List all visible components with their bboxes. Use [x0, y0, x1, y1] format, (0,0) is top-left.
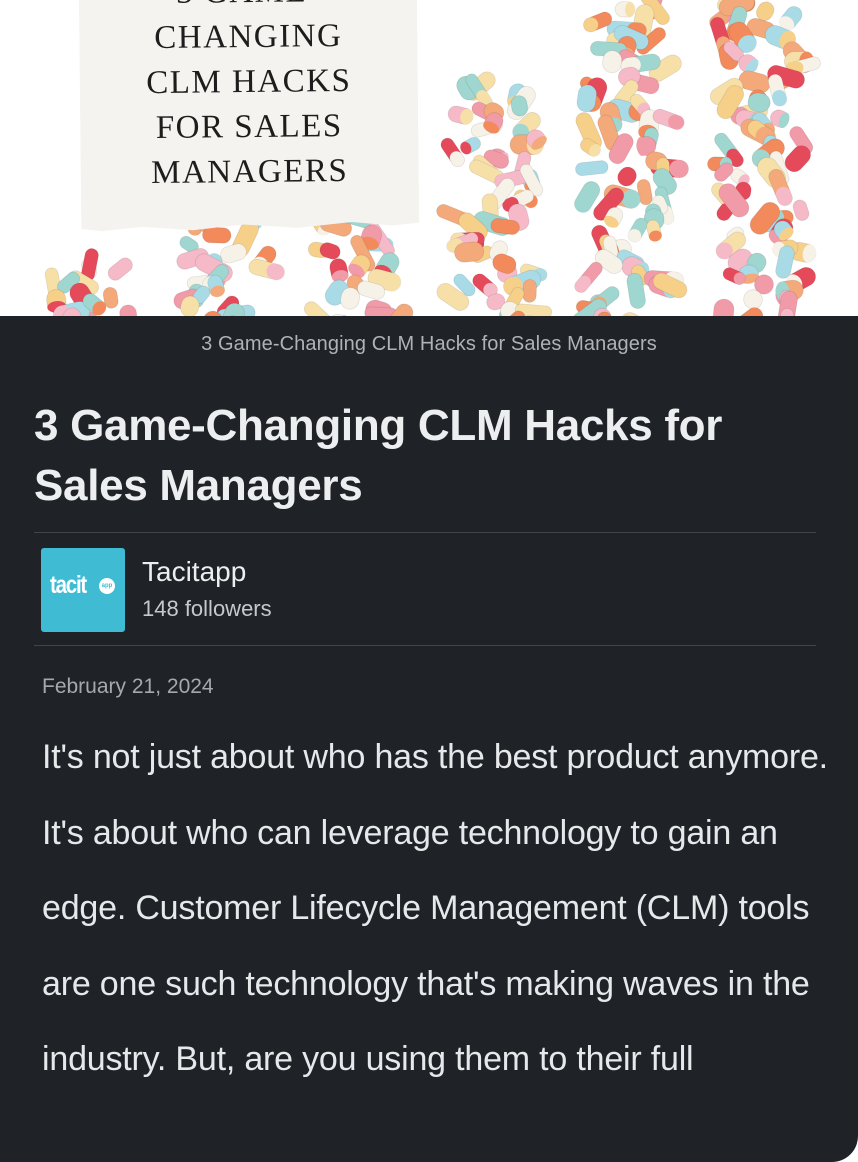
author-logo-badge: app [99, 578, 115, 594]
article-cover-image[interactable]: 3 GAME- CHANGING CLM HACKS FOR SALES MAN… [0, 0, 858, 316]
author-followers: 148 followers [142, 596, 272, 621]
cover-title-note: 3 GAME- CHANGING CLM HACKS FOR SALES MAN… [79, 0, 420, 237]
author-logo-wordmark: tacit [50, 571, 87, 599]
publish-date: February 21, 2024 [42, 675, 214, 698]
article-view: 3 GAME- CHANGING CLM HACKS FOR SALES MAN… [0, 0, 858, 1162]
article-title: 3 Game-Changing CLM Hacks for Sales Mana… [34, 401, 723, 510]
image-caption: 3 Game-Changing CLM Hacks for Sales Mana… [201, 333, 657, 355]
author-logo[interactable]: tacit app [41, 548, 125, 632]
divider [34, 532, 816, 533]
article-body: It's not just about who has the best pro… [42, 738, 828, 1078]
divider [34, 645, 816, 646]
cover-title-text: 3 GAME- CHANGING CLM HACKS FOR SALES MAN… [146, 18, 352, 192]
author-name[interactable]: Tacitapp [142, 556, 246, 588]
